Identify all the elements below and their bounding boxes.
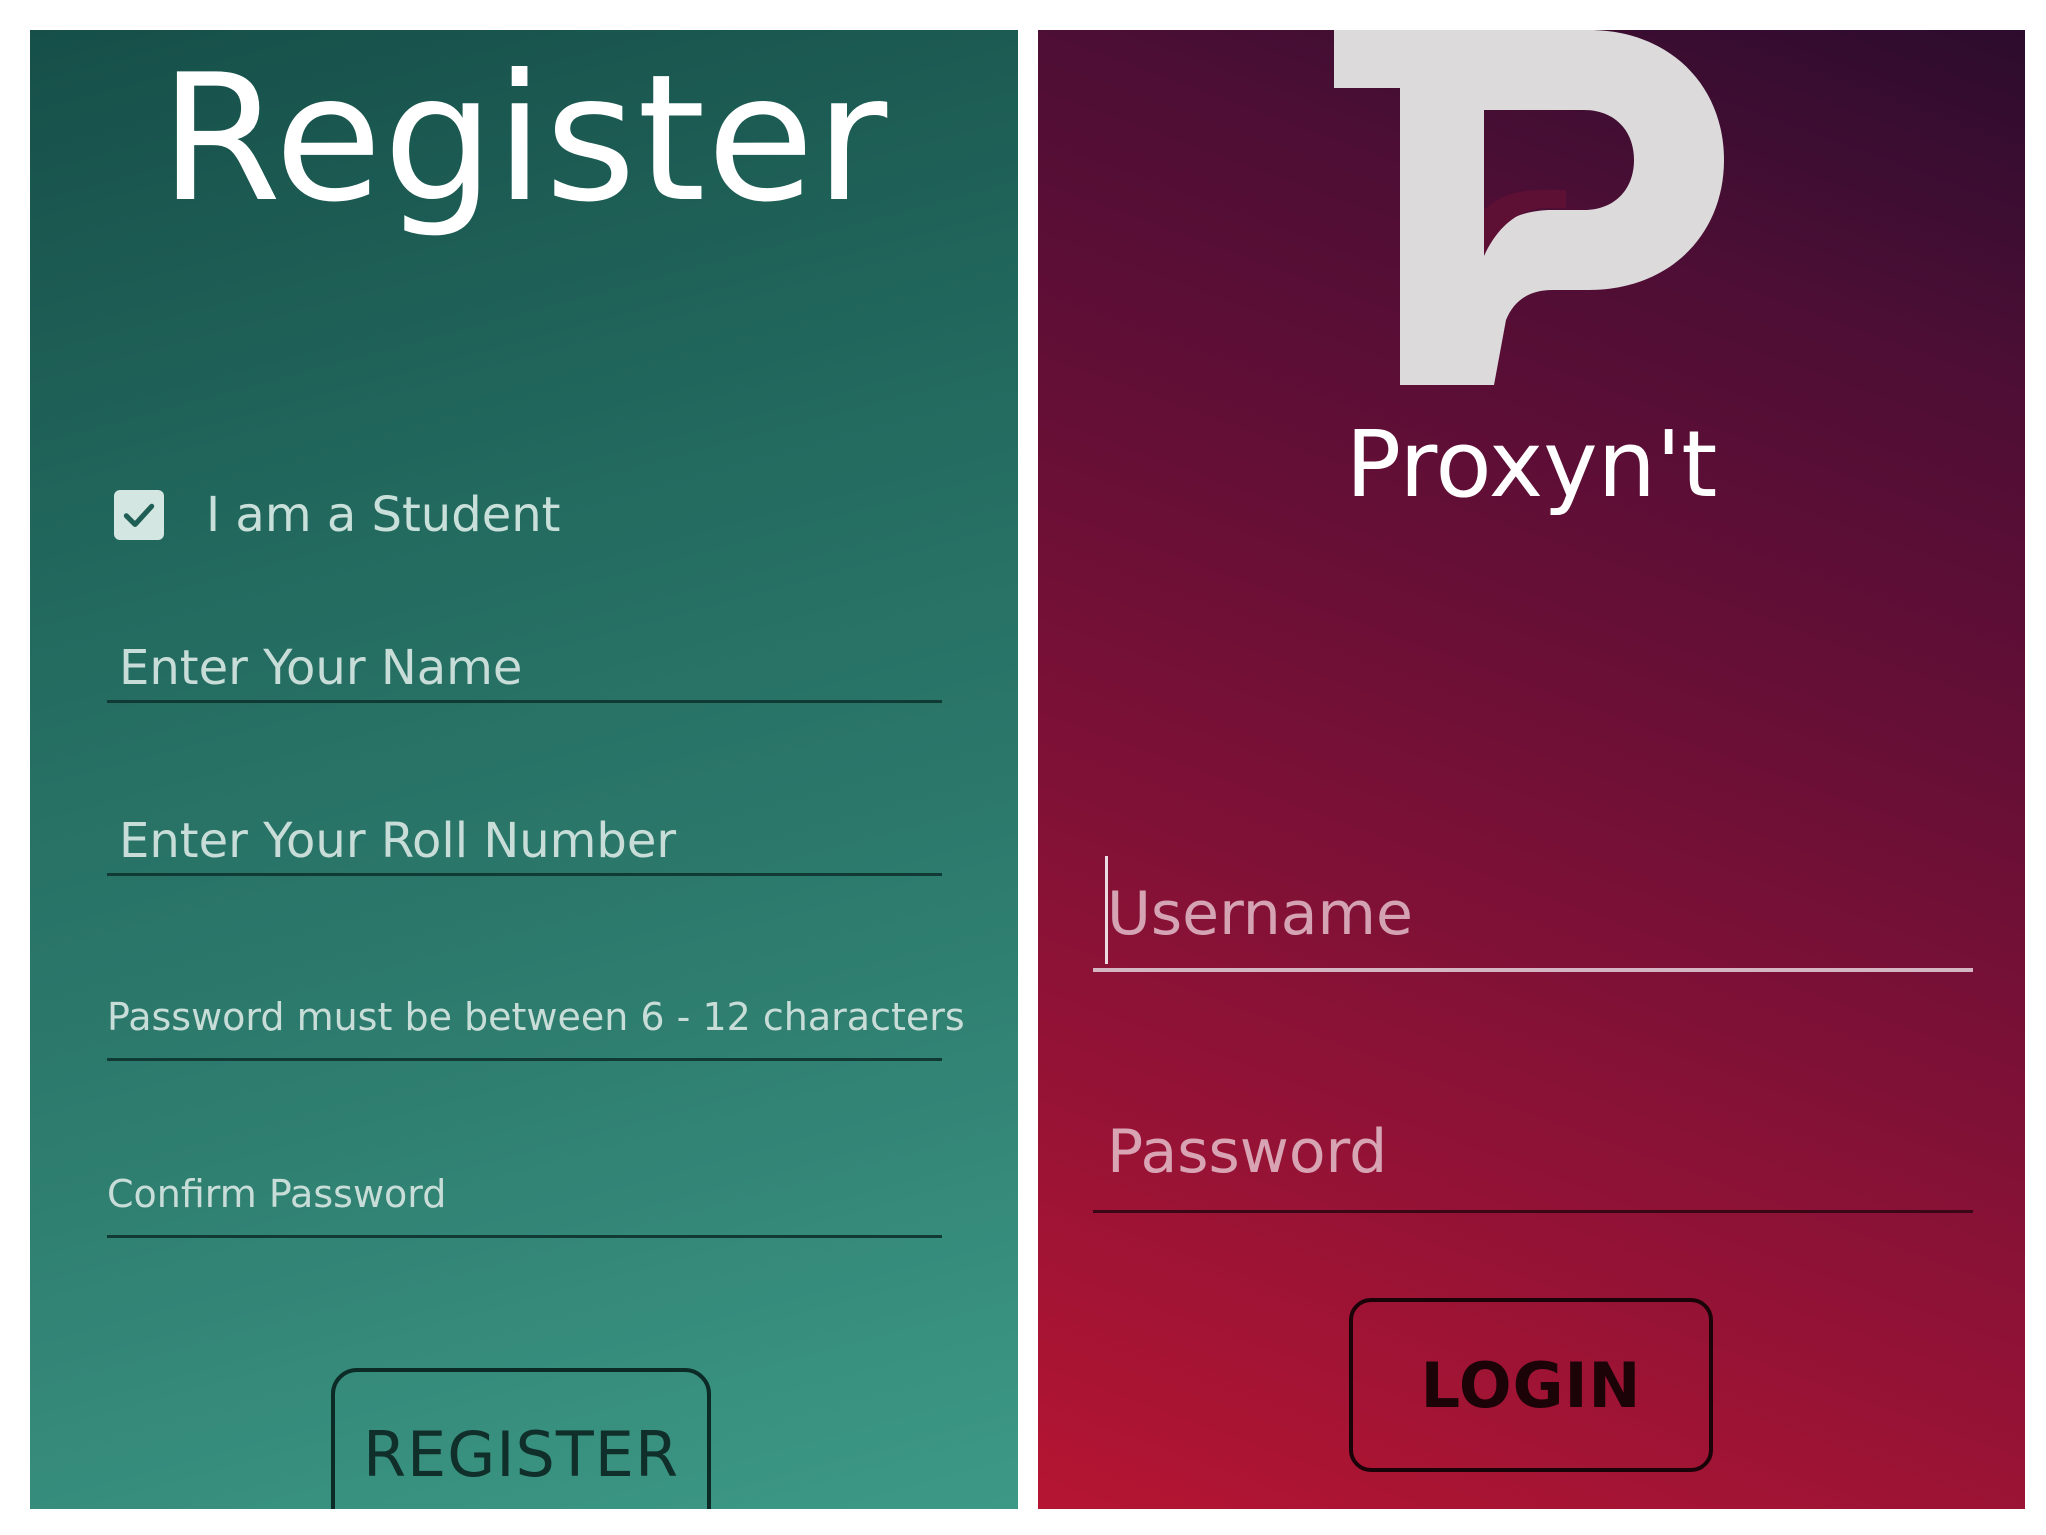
screenshot-collage: Register I am a Student Enter Your Name … [0, 0, 2046, 1535]
tp-logo-icon [1334, 30, 1724, 385]
password-placeholder: Password [1107, 1117, 1388, 1187]
checkmark-icon [123, 503, 155, 528]
register-title: Register [159, 38, 889, 241]
student-checkbox[interactable] [114, 490, 164, 540]
name-input[interactable]: Enter Your Name [107, 638, 942, 703]
app-name: Proxyn't [1345, 411, 1718, 518]
password-placeholder: Password must be between 6 - 12 characte… [107, 995, 965, 1039]
confirm-password-placeholder: Confirm Password [107, 1172, 447, 1216]
login-screen: Proxyn't Username Password LOGIN [1038, 30, 2025, 1509]
password-input[interactable]: Password must be between 6 - 12 characte… [107, 988, 965, 1061]
name-placeholder: Enter Your Name [119, 640, 523, 696]
password-input[interactable]: Password [1093, 1060, 1973, 1213]
roll-number-placeholder: Enter Your Roll Number [119, 813, 677, 869]
roll-number-input[interactable]: Enter Your Roll Number [107, 811, 942, 876]
register-screen: Register I am a Student Enter Your Name … [30, 30, 1018, 1509]
student-checkbox-row[interactable]: I am a Student [114, 485, 560, 545]
username-placeholder: Username [1107, 879, 1413, 949]
confirm-password-input[interactable]: Confirm Password [107, 1165, 942, 1238]
register-button[interactable]: REGISTER [331, 1368, 711, 1509]
text-cursor [1105, 856, 1108, 964]
username-input[interactable]: Username [1093, 830, 1973, 972]
student-checkbox-label: I am a Student [206, 487, 561, 543]
login-button[interactable]: LOGIN [1349, 1298, 1713, 1472]
